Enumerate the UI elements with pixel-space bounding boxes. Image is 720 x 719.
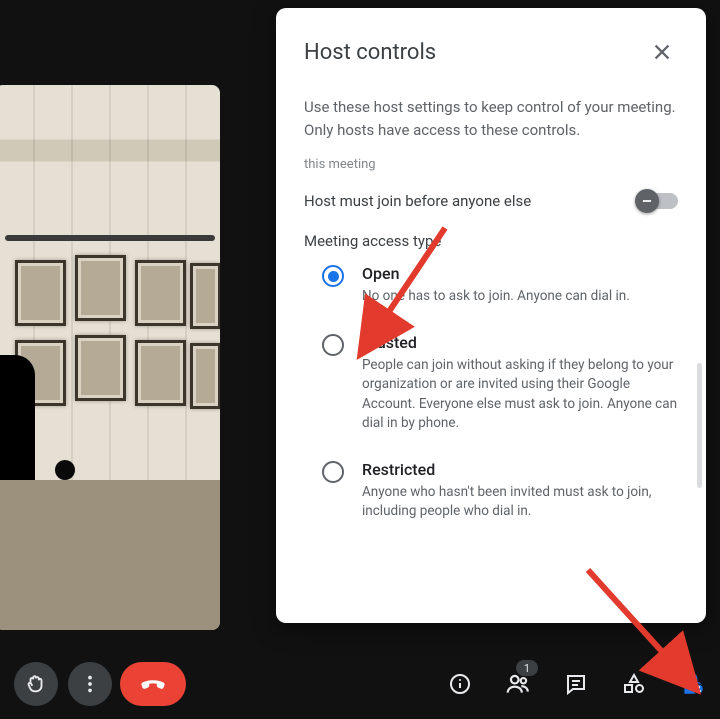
panel-title: Host controls [304, 40, 436, 65]
shapes-icon [622, 672, 646, 696]
radio-title: Open [362, 264, 678, 283]
access-type-label: Meeting access type [304, 232, 678, 250]
panel-scrollbar[interactable] [697, 363, 702, 488]
info-icon [448, 672, 472, 696]
radio-icon [322, 265, 344, 287]
panel-description: Use these host settings to keep control … [304, 96, 678, 141]
chat-button[interactable] [562, 670, 590, 698]
radio-desc: No one has to ask to join. Anyone can di… [362, 287, 678, 307]
activities-button[interactable] [620, 670, 648, 698]
more-vertical-icon [79, 673, 101, 695]
raise-hand-button[interactable] [14, 662, 58, 706]
phone-hangup-icon [138, 669, 168, 699]
participant-video-tile [0, 85, 220, 630]
panel-scope-label: this meeting [304, 157, 678, 172]
access-type-radio-group: Open No one has to ask to join. Anyone c… [304, 264, 678, 522]
radio-icon [322, 334, 344, 356]
lock-person-icon [679, 671, 705, 697]
participants-count-badge: 1 [516, 660, 538, 676]
close-panel-button[interactable] [646, 36, 678, 68]
participants-button[interactable]: 1 [504, 670, 532, 698]
host-must-join-first-row: Host must join before anyone else [304, 192, 678, 210]
toggle-knob [635, 189, 659, 213]
hand-icon [25, 673, 47, 695]
access-type-restricted[interactable]: Restricted Anyone who hasn't been invite… [322, 460, 678, 522]
minus-icon [640, 194, 654, 208]
more-options-button[interactable] [68, 662, 112, 706]
meeting-details-button[interactable] [446, 670, 474, 698]
host-controls-button[interactable] [678, 670, 706, 698]
host-must-join-first-toggle[interactable] [638, 193, 678, 209]
toggle-label: Host must join before anyone else [304, 192, 531, 210]
end-call-button[interactable] [120, 662, 186, 706]
radio-desc: Anyone who hasn't been invited must ask … [362, 483, 678, 522]
host-controls-panel: Host controls Use these host settings to… [276, 8, 706, 623]
radio-icon [322, 461, 344, 483]
chat-icon [564, 672, 588, 696]
radio-desc: People can join without asking if they b… [362, 356, 678, 434]
radio-title: Trusted [362, 333, 678, 352]
meeting-toolbar: 1 [0, 649, 720, 719]
access-type-trusted[interactable]: Trusted People can join without asking i… [322, 333, 678, 434]
close-icon [651, 41, 673, 63]
radio-title: Restricted [362, 460, 678, 479]
access-type-open[interactable]: Open No one has to ask to join. Anyone c… [322, 264, 678, 307]
